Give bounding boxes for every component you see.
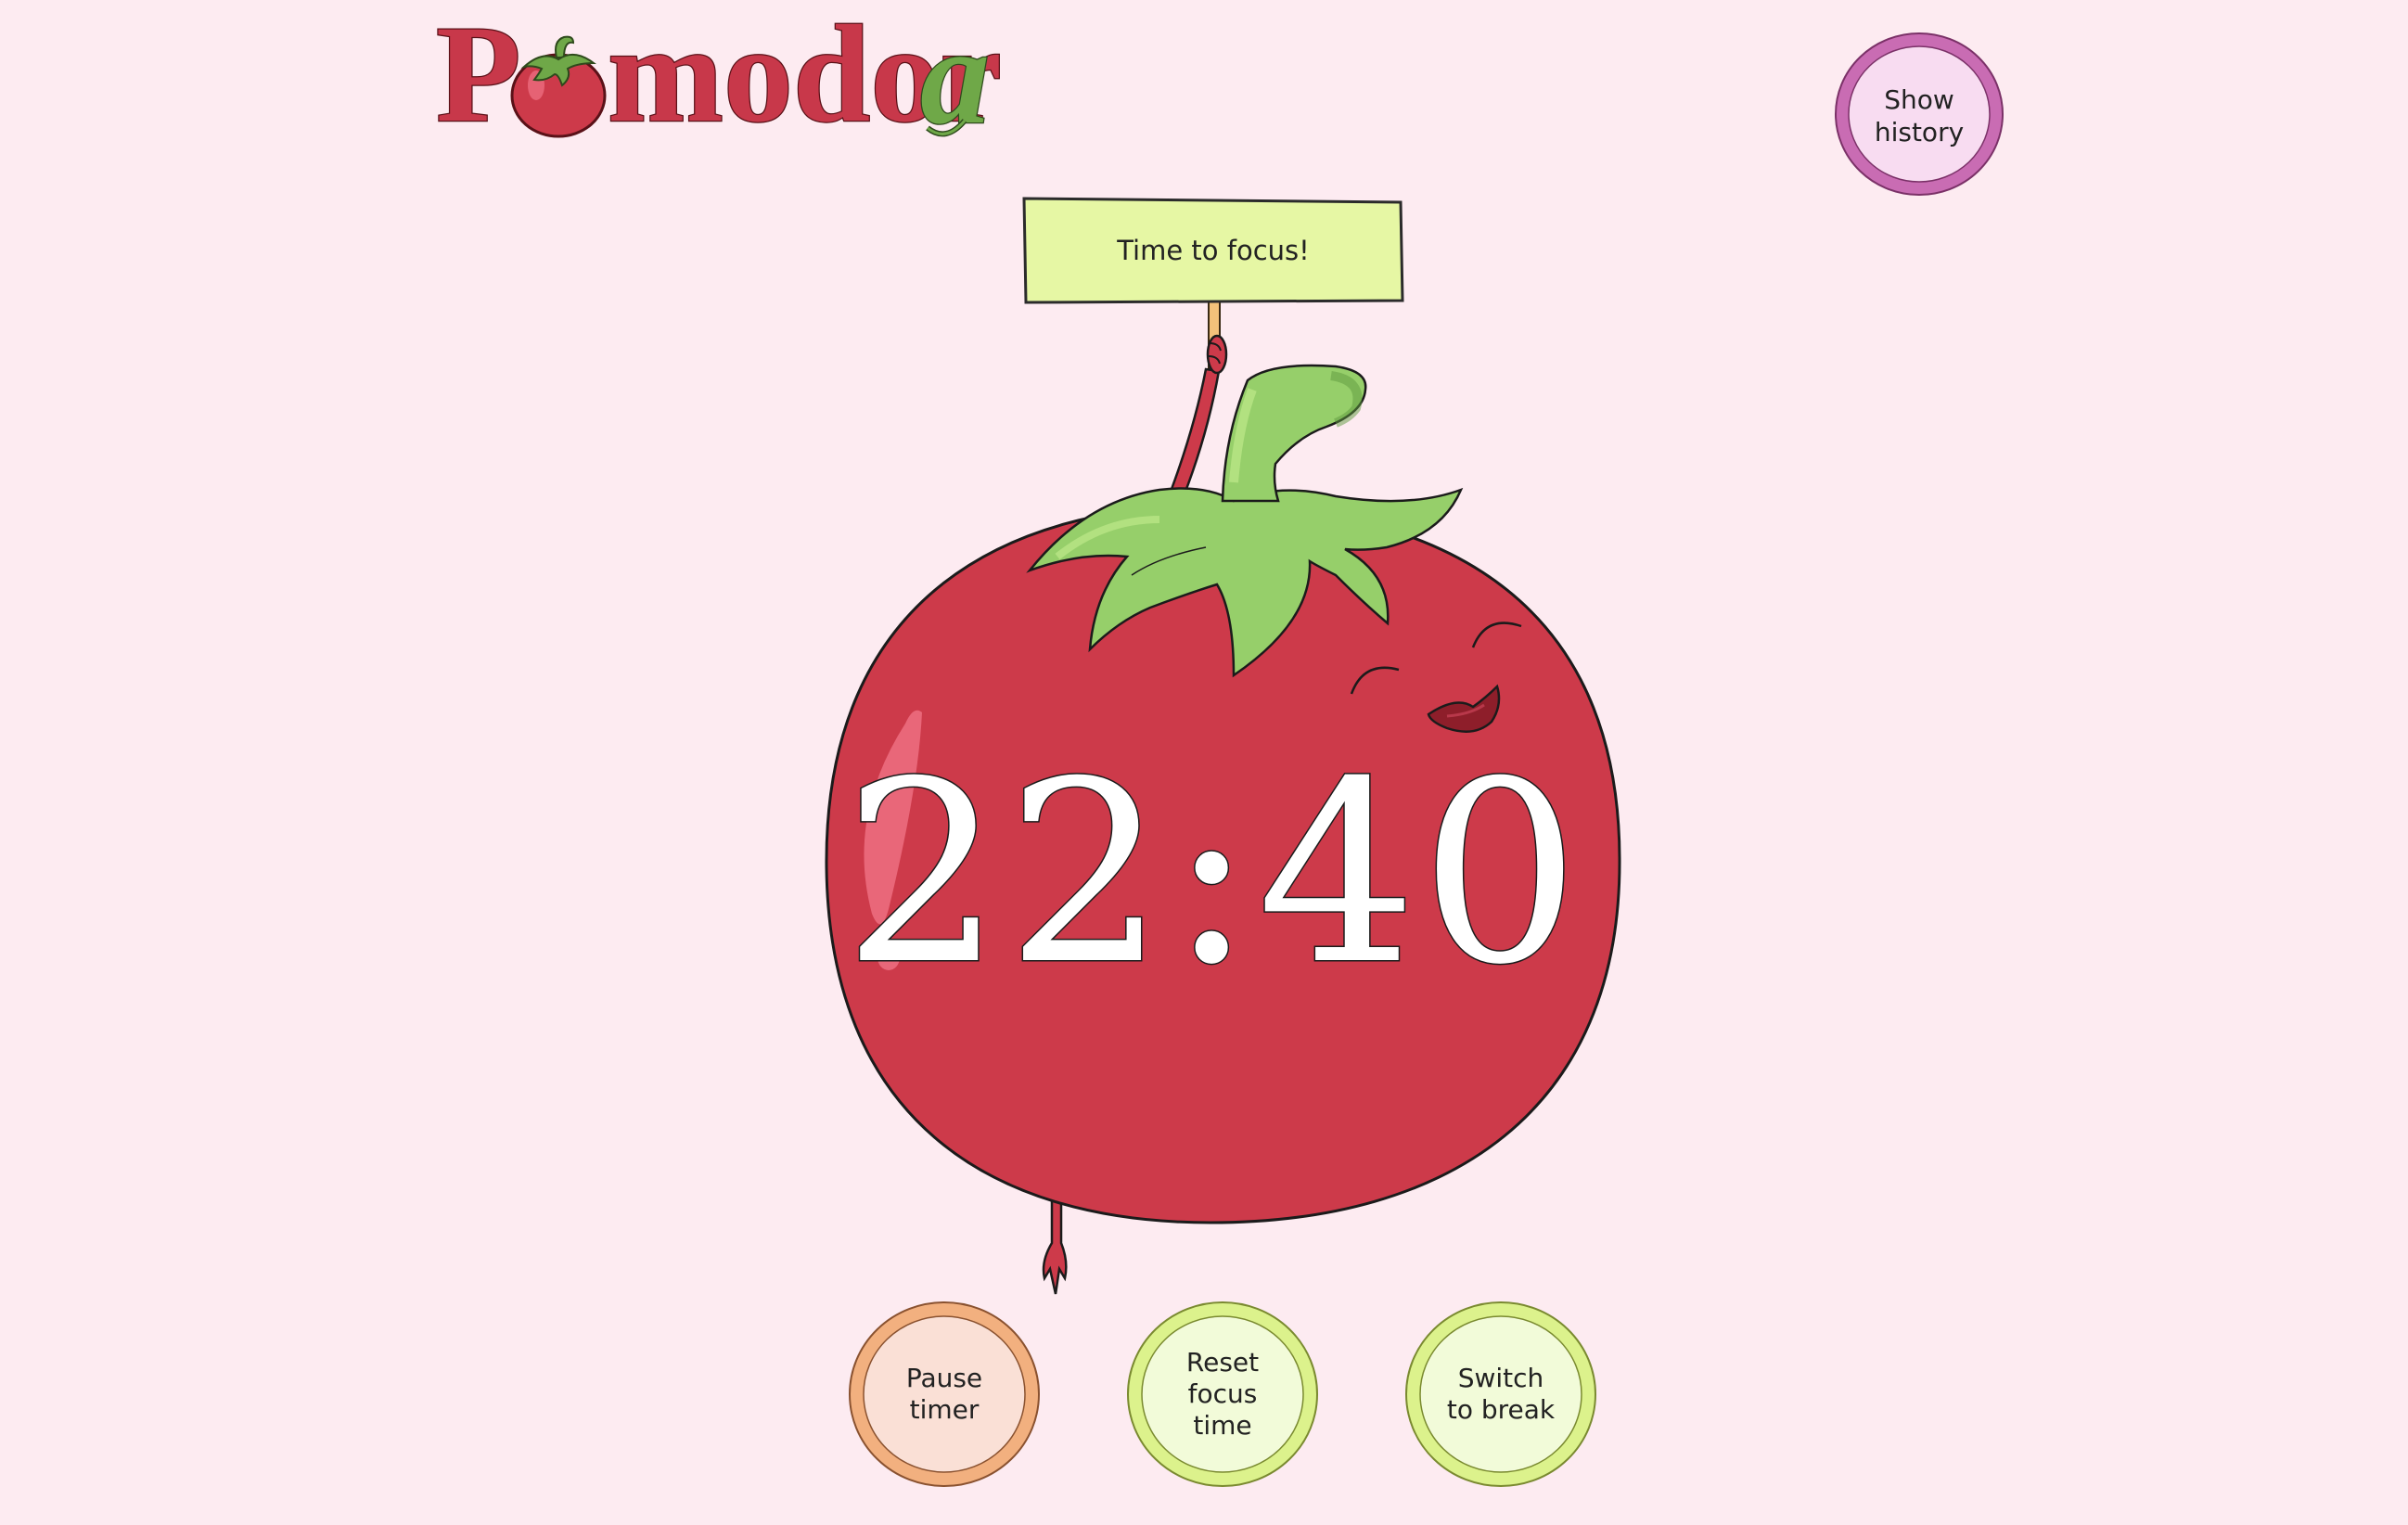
pause-timer-label-1: Pause [906,1363,982,1393]
pause-timer-button[interactable]: Pause timer [849,1301,1040,1487]
show-history-button[interactable]: Show history [1835,32,2004,196]
show-history-label-1: Show [1884,84,1954,115]
timer-display: 22:40 [843,727,1583,1019]
tomato-upper-arm [1169,334,1228,498]
sign-text: Time to focus! [1116,235,1310,266]
switch-to-break-button[interactable]: Switch to break [1405,1301,1596,1487]
pause-timer-label-2: timer [910,1394,980,1425]
show-history-label-2: history [1875,117,1964,147]
app-logo: P modor a [435,0,1003,154]
reset-focus-label-3: time [1193,1410,1251,1441]
reset-focus-time-button[interactable]: Reset focus time [1127,1301,1318,1487]
switch-break-label-2: to break [1447,1394,1556,1425]
logo-tomato-icon [510,35,607,138]
logo-letter-p: P [436,0,521,151]
reset-focus-label-1: Reset [1186,1347,1259,1378]
reset-focus-label-2: focus [1188,1378,1258,1409]
switch-break-label-1: Switch [1458,1363,1544,1393]
